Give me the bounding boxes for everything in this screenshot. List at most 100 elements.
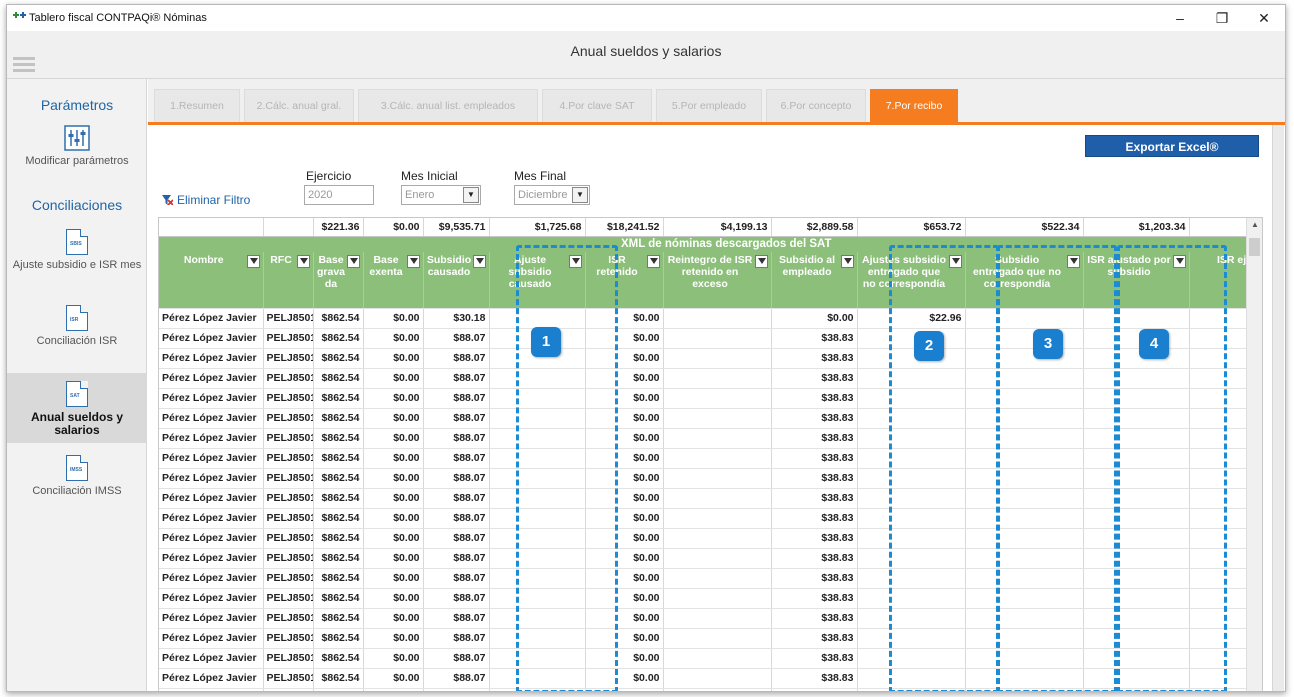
mes-inicial-select[interactable]: Enero ▼ bbox=[401, 185, 481, 205]
table-row[interactable]: Pérez López JavierPELJ8501$862.54$0.00$8… bbox=[159, 328, 1262, 349]
close-button[interactable]: ✕ bbox=[1243, 5, 1285, 31]
tab-calc-anual-gral[interactable]: 2.Cálc. anual gral. bbox=[244, 89, 354, 122]
table-row[interactable]: Pérez López JavierPELJ8501$862.54$0.00$8… bbox=[159, 468, 1262, 489]
table-cell bbox=[857, 488, 966, 509]
hamburger-menu-icon[interactable] bbox=[13, 57, 35, 75]
tab-calc-anual-list[interactable]: 3.Cálc. anual list. empleados bbox=[358, 89, 538, 122]
filter-icon[interactable] bbox=[346, 255, 360, 268]
table-cell bbox=[1083, 328, 1190, 349]
filter-icon[interactable] bbox=[646, 255, 660, 268]
filter-icon[interactable] bbox=[568, 255, 582, 268]
table-cell: $0.00 bbox=[363, 628, 424, 649]
table-cell: $862.54 bbox=[313, 668, 364, 689]
scroll-up-icon[interactable]: ▲ bbox=[1247, 220, 1262, 229]
table-cell bbox=[965, 628, 1084, 649]
column-header[interactable]: Subsidio al empleado bbox=[771, 252, 858, 309]
table-row[interactable]: Pérez López JavierPELJ8501$862.54$0.00$8… bbox=[159, 368, 1262, 389]
table-row[interactable]: Pérez López JavierPELJ8501$862.54$0.00$8… bbox=[159, 408, 1262, 429]
filter-icon[interactable] bbox=[296, 255, 310, 268]
table-row[interactable]: Pérez López JavierPELJ8501$862.54$0.00$8… bbox=[159, 668, 1262, 689]
table-cell bbox=[489, 408, 586, 429]
filter-icon[interactable] bbox=[1172, 255, 1186, 268]
table-row[interactable]: Pérez López JavierPELJ8501$862.54$0.00$8… bbox=[159, 588, 1262, 609]
remove-filter-link[interactable]: Eliminar Filtro bbox=[162, 193, 250, 207]
tab-por-empleado[interactable]: 5.Por empleado bbox=[656, 89, 762, 122]
table-cell bbox=[489, 448, 586, 469]
table-cell: $0.00 bbox=[585, 588, 664, 609]
total-cell: $1,725.68 bbox=[489, 218, 586, 237]
table-row[interactable]: Pérez López JavierPELJ8501$862.54$0.00$8… bbox=[159, 648, 1262, 669]
table-cell: $0.00 bbox=[585, 608, 664, 629]
table-cell bbox=[965, 428, 1084, 449]
column-header[interactable]: Ajustes subsidio entregado que no corres… bbox=[857, 252, 966, 309]
table-row[interactable]: Pérez López JavierPELJ8501$862.54$0.00$8… bbox=[159, 348, 1262, 369]
tab-por-clave-sat[interactable]: 4.Por clave SAT bbox=[542, 89, 652, 122]
column-header[interactable]: Subsidio entregado que no correspondía bbox=[965, 252, 1084, 309]
table-row[interactable]: Pérez López JavierPELJ8501$862.54$0.00$8… bbox=[159, 528, 1262, 549]
mes-final-select[interactable]: Diciembre ▼ bbox=[514, 185, 590, 205]
table-cell bbox=[965, 648, 1084, 669]
table-cell: $862.54 bbox=[313, 488, 364, 509]
column-header[interactable]: ISR ajustado por subsidio bbox=[1083, 252, 1190, 309]
filter-icon[interactable] bbox=[840, 255, 854, 268]
filter-icon[interactable] bbox=[1066, 255, 1080, 268]
page-title: Anual sueldos y salarios bbox=[570, 43, 722, 59]
table-cell: $0.00 bbox=[363, 648, 424, 669]
tab-resumen[interactable]: 1.Resumen bbox=[154, 89, 240, 122]
table-cell: $38.83 bbox=[771, 628, 858, 649]
vertical-scrollbar[interactable]: ▲ bbox=[1246, 218, 1262, 691]
table-cell bbox=[663, 308, 772, 329]
table-row[interactable]: Pérez López JavierPELJ8501$862.54$0.00$8… bbox=[159, 568, 1262, 589]
column-header[interactable]: Ajuste subsidio causado bbox=[489, 252, 586, 309]
column-header[interactable]: RFC bbox=[263, 252, 314, 309]
column-header[interactable]: Base grava da bbox=[313, 252, 364, 309]
column-header[interactable]: Subsidio causado bbox=[423, 252, 490, 309]
filter-icon[interactable] bbox=[406, 255, 420, 268]
ejercicio-input[interactable]: 2020 bbox=[304, 185, 374, 205]
table-row[interactable]: Pérez López JavierPELJ8501$862.54$0.00$8… bbox=[159, 628, 1262, 649]
maximize-button[interactable]: ❐ bbox=[1201, 5, 1243, 31]
column-header[interactable]: Nombre bbox=[159, 252, 264, 309]
sidebar-item-conciliacion-isr[interactable]: ISR Conciliación ISR bbox=[7, 305, 147, 348]
sidebar-item-anual-sueldos[interactable]: SAT Anual sueldos y salarios bbox=[7, 373, 147, 443]
column-header[interactable]: Reintegro de ISR retenido en exceso bbox=[663, 252, 772, 309]
table-cell bbox=[1083, 508, 1190, 529]
export-excel-button[interactable]: Exportar Excel® bbox=[1085, 135, 1259, 157]
table-cell bbox=[663, 488, 772, 509]
table-row[interactable]: Pérez López Javier PELJ8501 $862.54 $0.00 $3… bbox=[159, 308, 1262, 329]
table-cell bbox=[663, 648, 772, 669]
tab-por-concepto[interactable]: 6.Por concepto bbox=[766, 89, 866, 122]
table-row[interactable]: Pérez López JavierPELJ8501$862.54$0.00$8… bbox=[159, 388, 1262, 409]
table-row[interactable]: Pérez López JavierPELJ8501$862.54$0.00$8… bbox=[159, 488, 1262, 509]
table-row[interactable]: Pérez López JavierPELJ8501$862.54$0.00$8… bbox=[159, 428, 1262, 449]
column-header[interactable]: Base exenta bbox=[363, 252, 424, 309]
table-cell: PELJ8501 bbox=[263, 428, 314, 449]
table-cell: $862.54 bbox=[313, 468, 364, 489]
panel-scrollbar[interactable] bbox=[1272, 125, 1284, 691]
sidebar-item-modificar-parametros[interactable]: Modificar parámetros bbox=[7, 125, 147, 168]
table-row[interactable]: Pérez López JavierPELJ8501$862.54$0.00$8… bbox=[159, 688, 1262, 691]
table-cell bbox=[857, 428, 966, 449]
table-cell: $862.54 bbox=[313, 428, 364, 449]
sidebar-item-ajuste-subsidio[interactable]: SBIS Ajuste subsidio e ISR mes bbox=[7, 229, 147, 272]
sidebar-item-conciliacion-imss[interactable]: IMSS Conciliación IMSS bbox=[7, 455, 147, 498]
filter-icon[interactable] bbox=[472, 255, 486, 268]
filter-icon[interactable] bbox=[948, 255, 962, 268]
document-icon: IMSS bbox=[66, 455, 88, 481]
table-row[interactable]: Pérez López JavierPELJ8501$862.54$0.00$8… bbox=[159, 548, 1262, 569]
minimize-button[interactable]: – bbox=[1159, 5, 1201, 31]
column-header[interactable]: ISR retenido bbox=[585, 252, 664, 309]
tab-por-recibo[interactable]: 7.Por recibo bbox=[870, 89, 958, 122]
filter-icon[interactable] bbox=[754, 255, 768, 268]
table-cell: $88.07 bbox=[423, 648, 490, 669]
table-cell bbox=[489, 668, 586, 689]
filter-icon[interactable] bbox=[246, 255, 260, 268]
table-cell: $38.83 bbox=[771, 388, 858, 409]
table-row[interactable]: Pérez López JavierPELJ8501$862.54$0.00$8… bbox=[159, 508, 1262, 529]
table-row[interactable]: Pérez López JavierPELJ8501$862.54$0.00$8… bbox=[159, 448, 1262, 469]
table-cell bbox=[965, 308, 1084, 329]
table-cell: $38.83 bbox=[771, 408, 858, 429]
table-cell bbox=[965, 668, 1084, 689]
table-row[interactable]: Pérez López JavierPELJ8501$862.54$0.00$8… bbox=[159, 608, 1262, 629]
table-cell bbox=[1083, 428, 1190, 449]
